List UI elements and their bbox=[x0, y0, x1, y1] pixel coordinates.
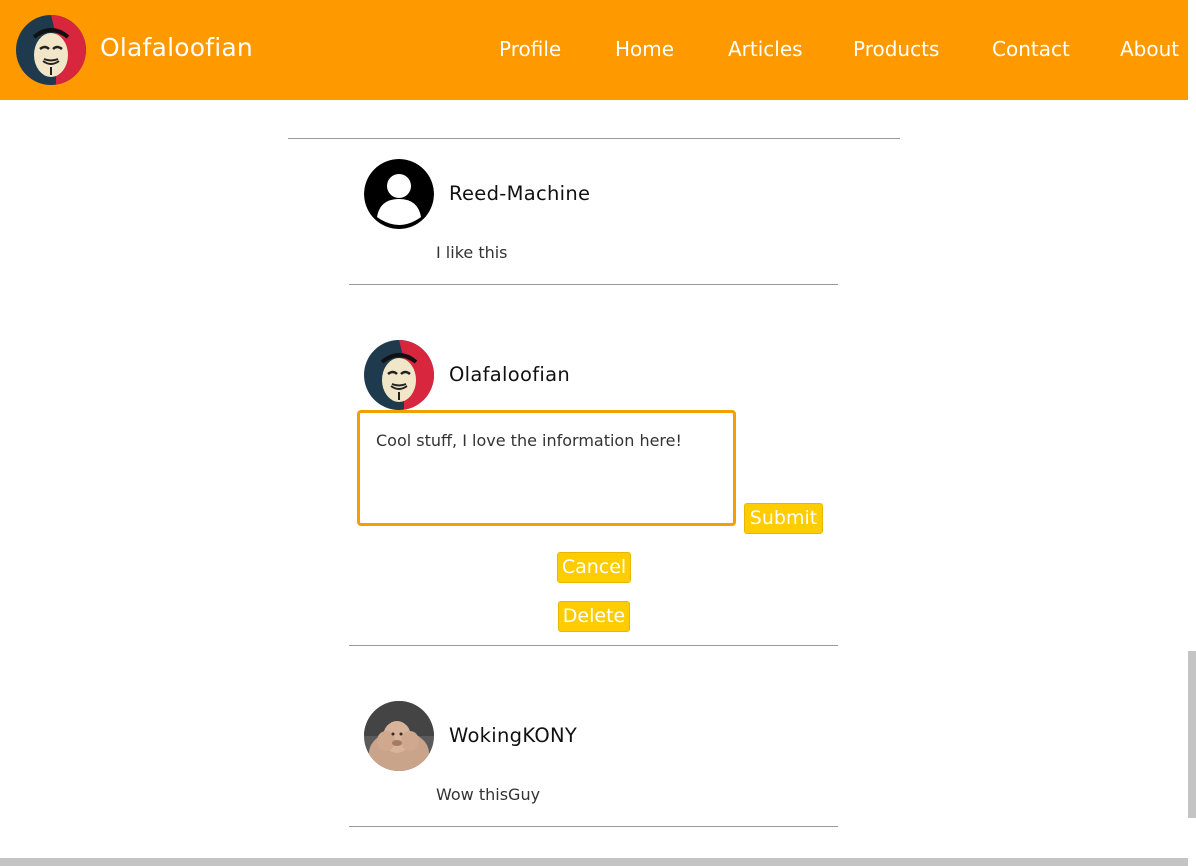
vertical-scrollbar[interactable] bbox=[1188, 651, 1196, 818]
comment-divider bbox=[349, 645, 838, 646]
brand-name[interactable]: Olafaloofian bbox=[100, 33, 253, 62]
comment-text: I like this bbox=[436, 243, 508, 262]
nav-about[interactable]: About bbox=[1120, 37, 1179, 61]
brand-avatar-icon[interactable] bbox=[16, 15, 86, 85]
nav-articles[interactable]: Articles bbox=[728, 37, 803, 61]
site-header: Olafaloofian Profile Home Articles Produ… bbox=[0, 0, 1188, 100]
comment-divider bbox=[349, 284, 838, 285]
edit-comment-field[interactable] bbox=[357, 410, 736, 526]
horizontal-scrollbar[interactable] bbox=[0, 858, 1188, 866]
default-user-avatar-icon[interactable] bbox=[364, 159, 434, 229]
comment-text: Wow thisGuy bbox=[436, 785, 541, 804]
nav-profile[interactable]: Profile bbox=[499, 37, 561, 61]
delete-button[interactable]: Delete bbox=[558, 601, 630, 632]
comment-divider bbox=[349, 826, 838, 827]
section-divider bbox=[288, 138, 900, 139]
comment-username[interactable]: Olafaloofian bbox=[449, 363, 570, 386]
anonymous-mask-avatar-icon[interactable] bbox=[364, 340, 434, 410]
photo-avatar-icon[interactable] bbox=[364, 701, 434, 771]
comment-username[interactable]: WokingKONY bbox=[449, 724, 577, 747]
nav-products[interactable]: Products bbox=[853, 37, 939, 61]
comment-username[interactable]: Reed-Machine bbox=[449, 182, 590, 205]
nav-home[interactable]: Home bbox=[615, 37, 674, 61]
nav-contact[interactable]: Contact bbox=[992, 37, 1070, 61]
cancel-button[interactable]: Cancel bbox=[557, 552, 631, 583]
submit-button[interactable]: Submit bbox=[744, 503, 823, 534]
